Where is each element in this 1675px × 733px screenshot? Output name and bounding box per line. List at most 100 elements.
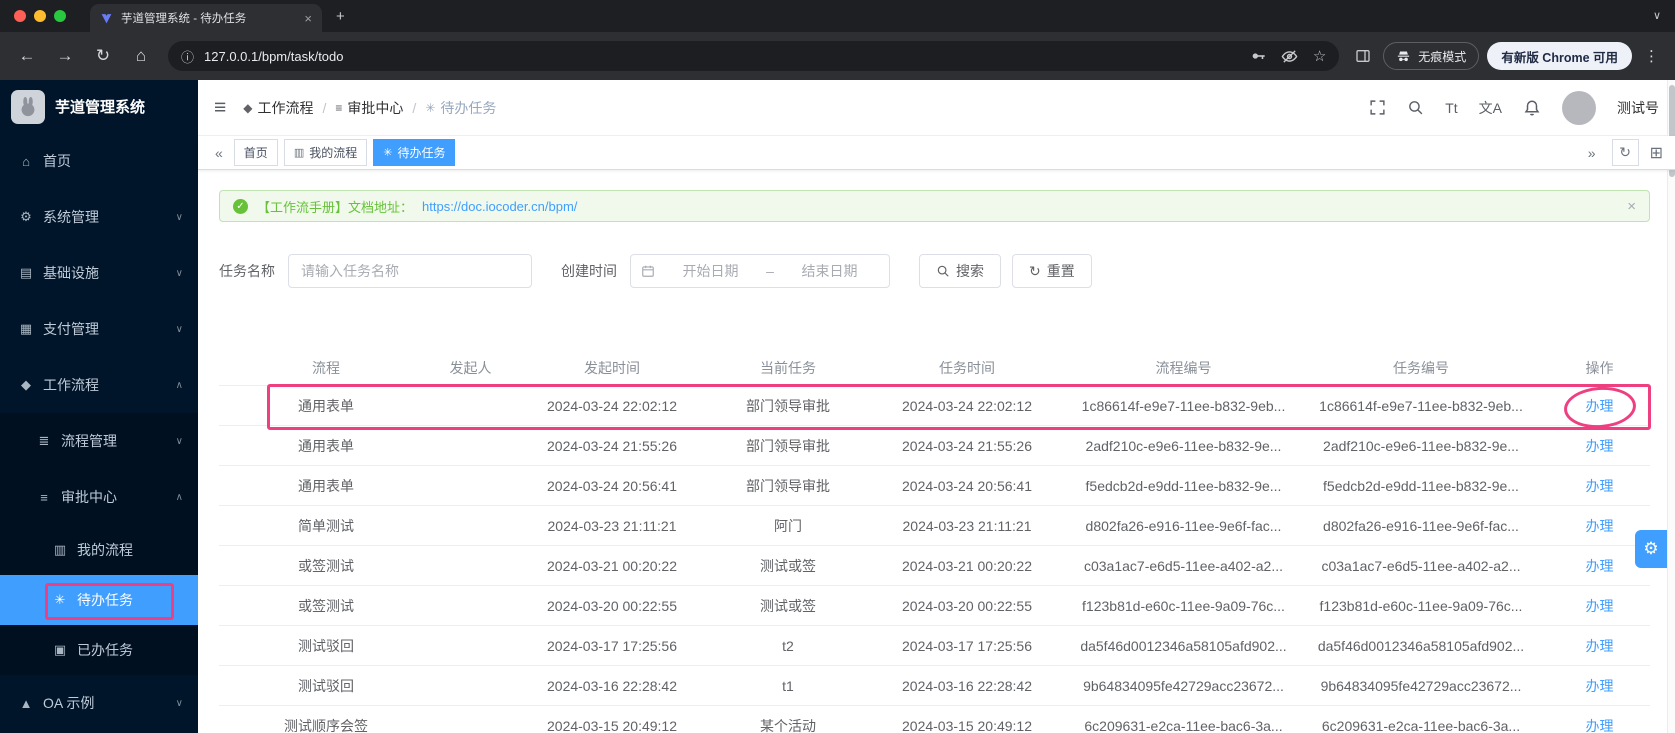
- font-size-icon[interactable]: Tt: [1445, 100, 1457, 116]
- sidebar-item-label: 待办任务: [77, 592, 133, 608]
- minimize-window-button[interactable]: [34, 10, 46, 22]
- end-date-placeholder[interactable]: 结束日期: [780, 261, 879, 281]
- back-icon[interactable]: ←: [12, 46, 42, 66]
- site-info-icon[interactable]: ⓘ: [181, 47, 194, 66]
- sidebar-item-approval-center[interactable]: ≡ 审批中心 ∧: [0, 469, 198, 525]
- cell-task-id: 1c86614f-e9e7-11ee-b832-9eb...: [1319, 397, 1523, 414]
- handle-task-link[interactable]: 办理: [1549, 436, 1650, 456]
- browser-menu-icon[interactable]: ⋮: [1644, 47, 1659, 65]
- date-range-picker[interactable]: 开始日期 – 结束日期: [630, 254, 890, 288]
- column-header: 流程: [312, 359, 340, 376]
- cell-start-time: 2024-03-24 20:56:41: [547, 477, 677, 494]
- incognito-icon: [1396, 49, 1411, 64]
- sidebar-item-system[interactable]: ⚙ 系统管理 ∨: [0, 189, 198, 245]
- breadcrumb-item-workflow[interactable]: ◆ 工作流程: [243, 98, 313, 118]
- eye-off-icon[interactable]: [1281, 48, 1298, 65]
- table-row[interactable]: 或签测试 2024-03-21 00:20:22 测试或签 2024-03-21…: [219, 546, 1650, 586]
- audit-icon: ≡: [335, 100, 343, 115]
- start-date-placeholder[interactable]: 开始日期: [661, 261, 760, 281]
- tab-search-chevron-icon[interactable]: ∨: [1653, 9, 1661, 22]
- tag-my-process[interactable]: ▥ 我的流程: [283, 139, 368, 166]
- reload-icon[interactable]: ↻: [88, 46, 118, 66]
- table-row[interactable]: 测试驳回 2024-03-17 17:25:56 t2 2024-03-17 1…: [219, 626, 1650, 666]
- todo-asterisk-icon: ✳: [54, 592, 66, 607]
- table-row[interactable]: 测试驳回 2024-03-16 22:28:42 t1 2024-03-16 2…: [219, 666, 1650, 706]
- close-window-button[interactable]: [14, 10, 26, 22]
- tag-home[interactable]: 首页: [233, 139, 278, 166]
- url-bar[interactable]: ⓘ 127.0.0.1/bpm/task/todo ☆: [168, 41, 1340, 71]
- table-row[interactable]: 或签测试 2024-03-20 00:22:55 测试或签 2024-03-20…: [219, 586, 1650, 626]
- handle-task-link[interactable]: 办理: [1549, 596, 1650, 616]
- cell-process-id: da5f46d0012346a58105afd902...: [1080, 637, 1287, 654]
- sidebar-logo-row[interactable]: 芋道管理系统: [0, 80, 198, 133]
- url-text[interactable]: 127.0.0.1/bpm/task/todo: [204, 49, 1240, 64]
- avatar[interactable]: [1562, 90, 1596, 125]
- breadcrumb-label: 待办任务: [440, 99, 497, 116]
- sidebar-item-label: 审批中心: [61, 489, 117, 505]
- bookmark-star-icon[interactable]: ☆: [1313, 47, 1326, 65]
- maximize-window-button[interactable]: [54, 10, 66, 22]
- tags-scroll-right-icon[interactable]: »: [1583, 145, 1601, 161]
- cell-current-task: t1: [782, 677, 794, 694]
- sidebar-item-todo-task[interactable]: ✳ 待办任务: [0, 575, 198, 625]
- table-row[interactable]: 通用表单 2024-03-24 20:56:41 部门领导审批 2024-03-…: [219, 466, 1650, 506]
- table-row[interactable]: 通用表单 2024-03-24 22:02:12 部门领导审批 2024-03-…: [219, 386, 1650, 426]
- home-icon[interactable]: ⌂: [126, 46, 156, 66]
- page-scrollbar[interactable]: [1667, 80, 1675, 733]
- doc-link[interactable]: https://doc.iocoder.cn/bpm/: [422, 199, 577, 214]
- tab-close-icon[interactable]: ×: [304, 11, 312, 26]
- breadcrumb-item-approval-center[interactable]: ≡ 审批中心: [335, 98, 403, 118]
- layout-grid-icon[interactable]: ⊞: [1650, 143, 1663, 163]
- main-area: ≡ ◆ 工作流程 / ≡ 审批中心 / ✳ 待办任务 Tt 文A 测试号 « 首…: [198, 80, 1675, 733]
- handle-task-link[interactable]: 办理: [1549, 716, 1650, 733]
- sidebar-item-workflow[interactable]: ◆ 工作流程 ∧: [0, 357, 198, 413]
- fullscreen-icon[interactable]: [1369, 99, 1386, 116]
- cell-task-time: 2024-03-16 22:28:42: [902, 677, 1032, 694]
- cell-start-time: 2024-03-16 22:28:42: [547, 677, 677, 694]
- sidebar-item-payment[interactable]: ▦ 支付管理 ∨: [0, 301, 198, 357]
- handle-task-link[interactable]: 办理: [1549, 636, 1650, 656]
- browser-window: 芋道管理系统 - 待办任务 × + ∨ ← → ↻ ⌂ ⓘ 127.0.0.1/…: [0, 0, 1675, 733]
- gear-icon: ⚙: [20, 209, 32, 224]
- reset-button[interactable]: ↻ 重置: [1012, 254, 1092, 288]
- search-button[interactable]: 搜索: [919, 254, 1001, 288]
- cell-task-time: 2024-03-15 20:49:12: [902, 717, 1032, 733]
- refresh-page-icon[interactable]: ↻: [1611, 139, 1639, 166]
- sidebar-item-infra[interactable]: ▤ 基础设施 ∨: [0, 245, 198, 301]
- cell-process-id: 9b64834095fe42729acc23672...: [1083, 677, 1284, 694]
- new-tab-button[interactable]: +: [336, 8, 345, 25]
- theme-settings-button[interactable]: ⚙: [1635, 530, 1667, 568]
- audit-icon: ≡: [40, 489, 48, 505]
- tags-scroll-left-icon[interactable]: «: [210, 145, 228, 161]
- handle-task-link[interactable]: 办理: [1549, 676, 1650, 696]
- collapse-menu-icon[interactable]: ≡: [214, 96, 226, 120]
- chrome-update-button[interactable]: 有新版 Chrome 可用: [1487, 42, 1632, 70]
- password-key-icon[interactable]: [1250, 48, 1266, 64]
- search-icon[interactable]: [1407, 99, 1424, 116]
- close-icon[interactable]: ×: [1627, 198, 1636, 215]
- tag-todo-task[interactable]: ✳ 待办任务: [373, 139, 456, 166]
- forward-icon[interactable]: →: [50, 46, 80, 66]
- username[interactable]: 测试号: [1617, 98, 1659, 118]
- cell-task-id: 2adf210c-e9e6-11ee-b832-9e...: [1323, 437, 1519, 454]
- workflow-icon: ◆: [21, 377, 31, 392]
- sidebar-item-done-task[interactable]: ▣ 已办任务: [0, 625, 198, 675]
- table-row[interactable]: 通用表单 2024-03-24 21:55:26 部门领导审批 2024-03-…: [219, 426, 1650, 466]
- bell-icon[interactable]: [1523, 99, 1541, 117]
- browser-toolbar: ← → ↻ ⌂ ⓘ 127.0.0.1/bpm/task/todo ☆ 无痕模式…: [0, 32, 1675, 80]
- incognito-badge: 无痕模式: [1383, 42, 1480, 70]
- filter-bar: 任务名称 创建时间 开始日期 – 结束日期: [219, 254, 1650, 288]
- sidebar-item-process-management[interactable]: ≣ 流程管理 ∨: [0, 413, 198, 469]
- table-row[interactable]: 测试顺序会签 2024-03-15 20:49:12 某个活动 2024-03-…: [219, 706, 1650, 733]
- cell-start-time: 2024-03-21 00:20:22: [547, 557, 677, 574]
- locale-icon[interactable]: 文A: [1479, 98, 1502, 118]
- table-row[interactable]: 简单测试 2024-03-23 21:11:21 阿门 2024-03-23 2…: [219, 506, 1650, 546]
- sidebar-item-home[interactable]: ⌂ 首页: [0, 133, 198, 189]
- browser-tab[interactable]: 芋道管理系统 - 待办任务 ×: [90, 4, 322, 32]
- side-panel-icon[interactable]: [1355, 48, 1371, 64]
- handle-task-link[interactable]: 办理: [1549, 476, 1650, 496]
- handle-task-link[interactable]: 办理: [1549, 396, 1650, 416]
- sidebar-item-oa-example[interactable]: ▲ OA 示例 ∨: [0, 675, 198, 731]
- task-name-input[interactable]: [288, 254, 532, 288]
- sidebar-item-my-process[interactable]: ▥ 我的流程: [0, 525, 198, 575]
